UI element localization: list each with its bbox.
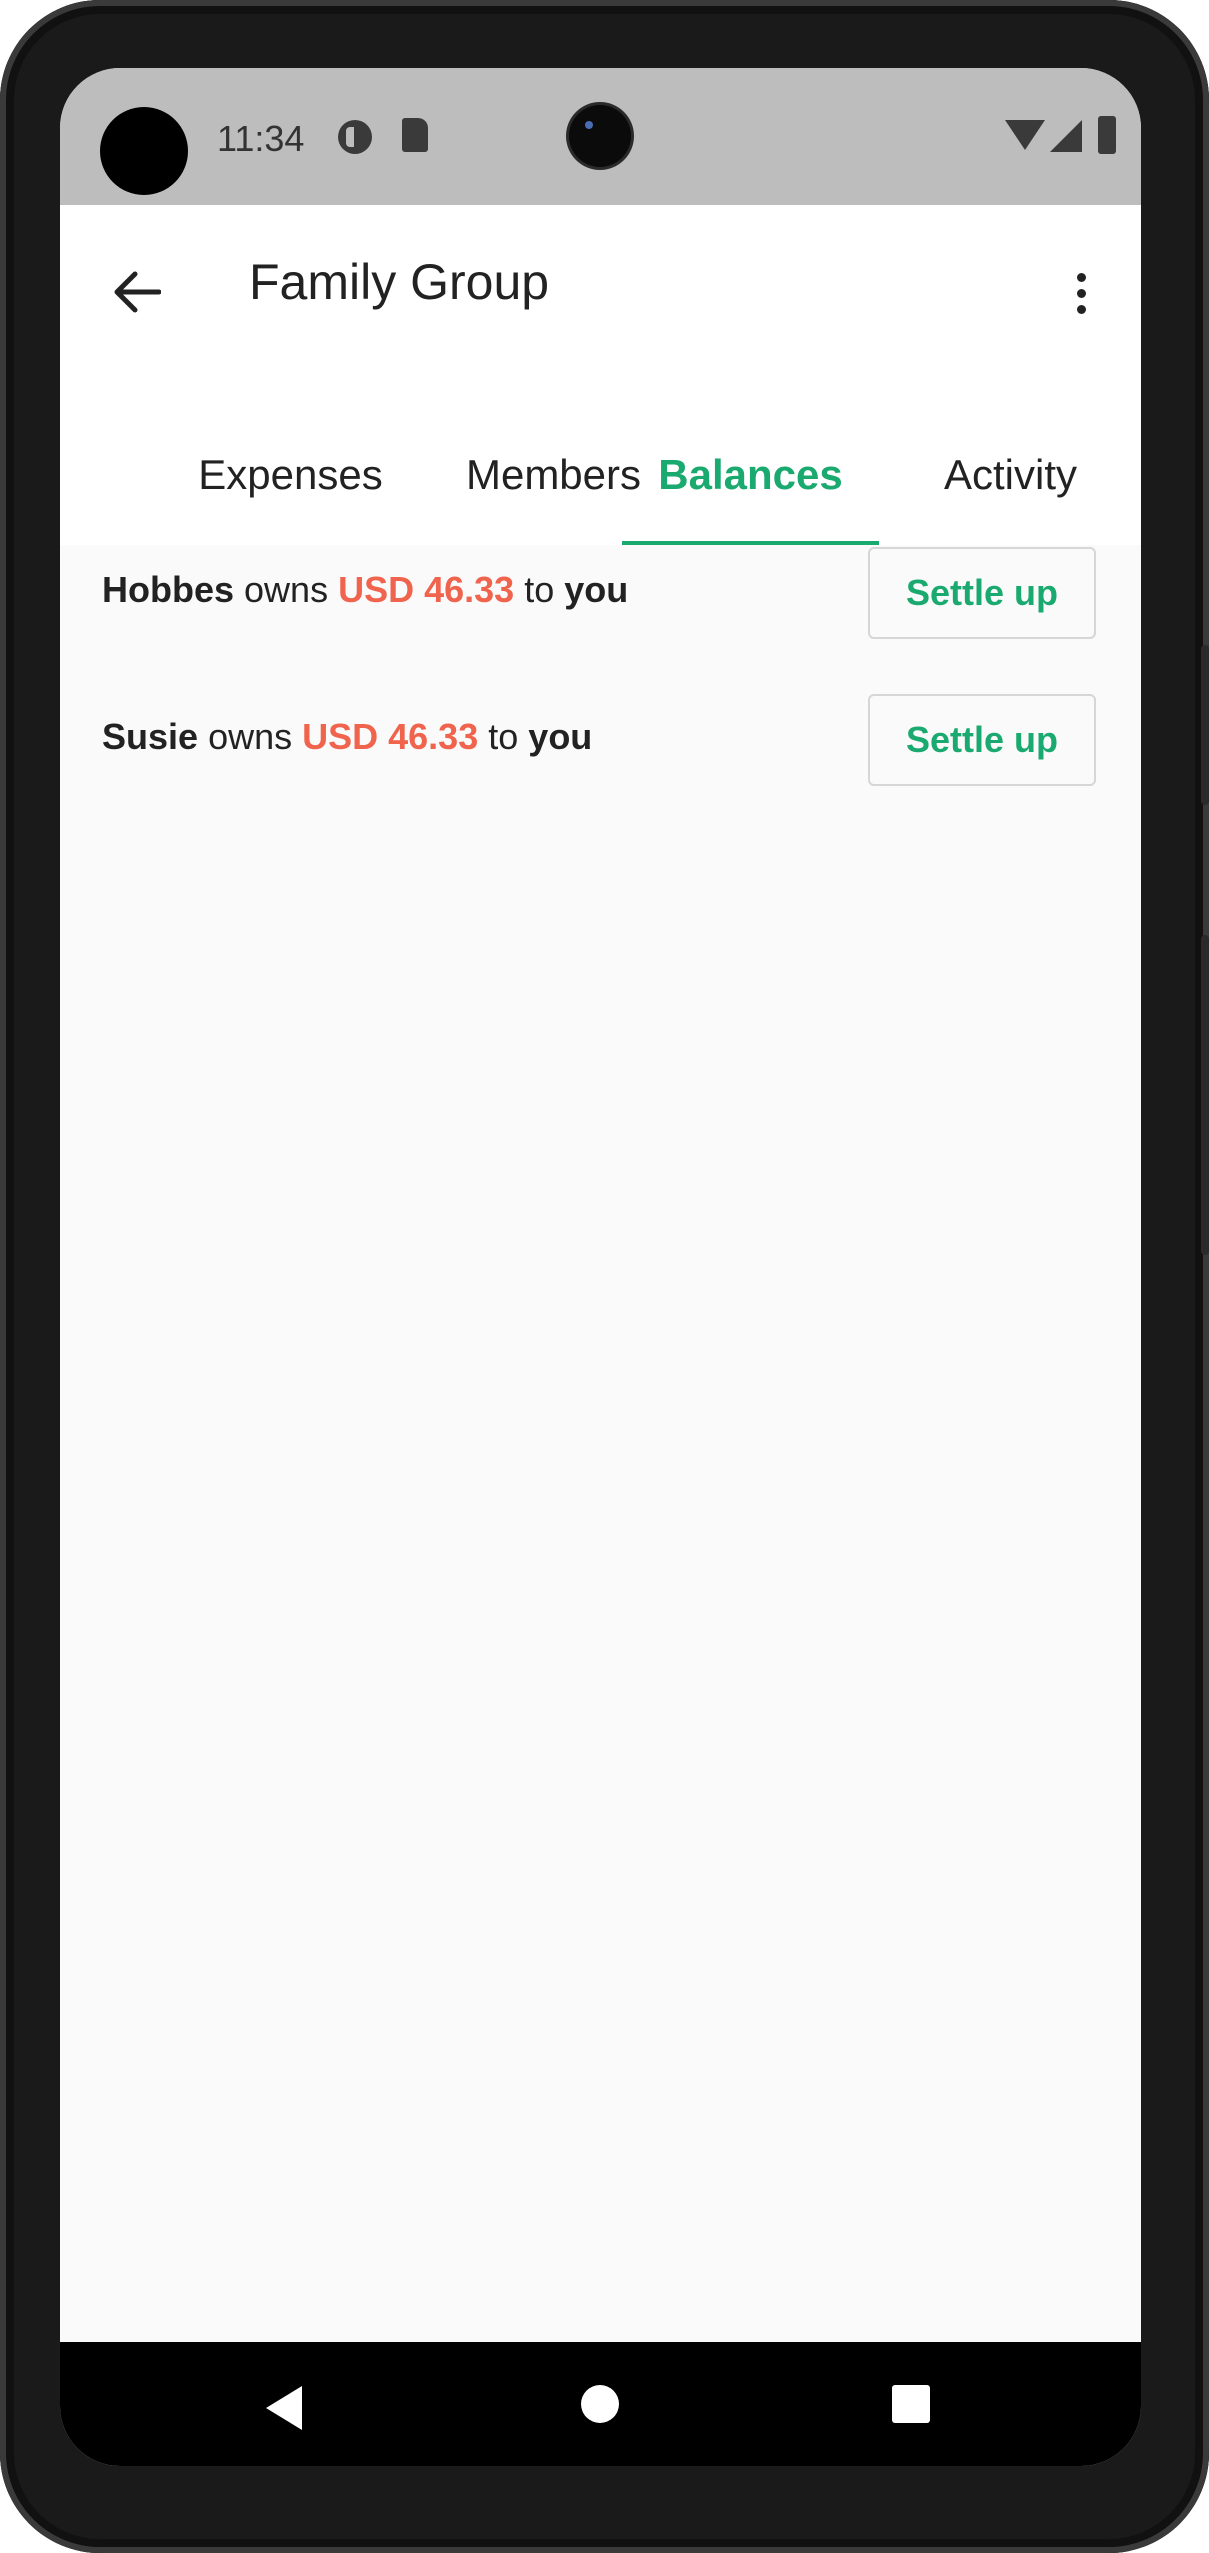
tab-balances[interactable]: Balances	[622, 405, 879, 545]
wifi-icon	[1005, 120, 1045, 150]
volume-button	[1201, 935, 1209, 1255]
debtor-name: Hobbes	[102, 569, 235, 610]
system-nav-bar	[60, 2342, 1141, 2466]
sd-card-icon	[402, 118, 428, 152]
screen: 11:34 Family Group Expenses Members Bala…	[60, 68, 1141, 2466]
balance-amount: USD 46.33	[338, 569, 515, 610]
status-time: 11:34	[217, 118, 305, 159]
signal-icon	[1050, 120, 1082, 152]
notification-icon	[338, 120, 372, 154]
creditor-name: you	[564, 569, 629, 610]
balance-to: to	[524, 569, 555, 610]
status-bar: 11:34	[60, 68, 1141, 205]
creditor-name: you	[528, 716, 593, 757]
phone-frame: 11:34 Family Group Expenses Members Bala…	[0, 0, 1209, 2553]
balance-to: to	[488, 716, 519, 757]
balance-text: Hobbes owns USD 46.33 to you	[102, 569, 628, 611]
app-bar: Family Group	[60, 205, 1141, 405]
nav-back-icon[interactable]	[266, 2386, 302, 2430]
balance-text: Susie owns USD 46.33 to you	[102, 716, 592, 758]
tab-activity[interactable]: Activity	[902, 405, 1119, 545]
page-title: Family Group	[249, 254, 550, 310]
tab-bar: Expenses Members Balances Activity	[60, 405, 1141, 545]
nav-recents-icon[interactable]	[892, 2385, 930, 2423]
camera-cutout	[100, 107, 188, 195]
battery-icon	[1098, 116, 1116, 154]
power-button	[1201, 645, 1209, 805]
arrow-left-icon	[114, 271, 161, 313]
more-vert-icon	[1076, 272, 1086, 282]
more-options-button[interactable]	[1056, 253, 1106, 333]
balance-row: Susie owns USD 46.33 to you Settle up	[60, 682, 1141, 802]
back-button[interactable]	[102, 257, 172, 327]
debtor-name: Susie	[102, 716, 199, 757]
front-camera	[569, 105, 631, 167]
balance-verb: owns	[244, 569, 329, 610]
nav-home-icon[interactable]	[581, 2385, 619, 2423]
settle-up-button[interactable]: Settle up	[868, 547, 1096, 639]
balance-amount: USD 46.33	[302, 716, 479, 757]
balance-verb: owns	[208, 716, 293, 757]
settle-up-button[interactable]: Settle up	[868, 694, 1096, 786]
balance-row: Hobbes owns USD 46.33 to you Settle up	[60, 535, 1141, 655]
